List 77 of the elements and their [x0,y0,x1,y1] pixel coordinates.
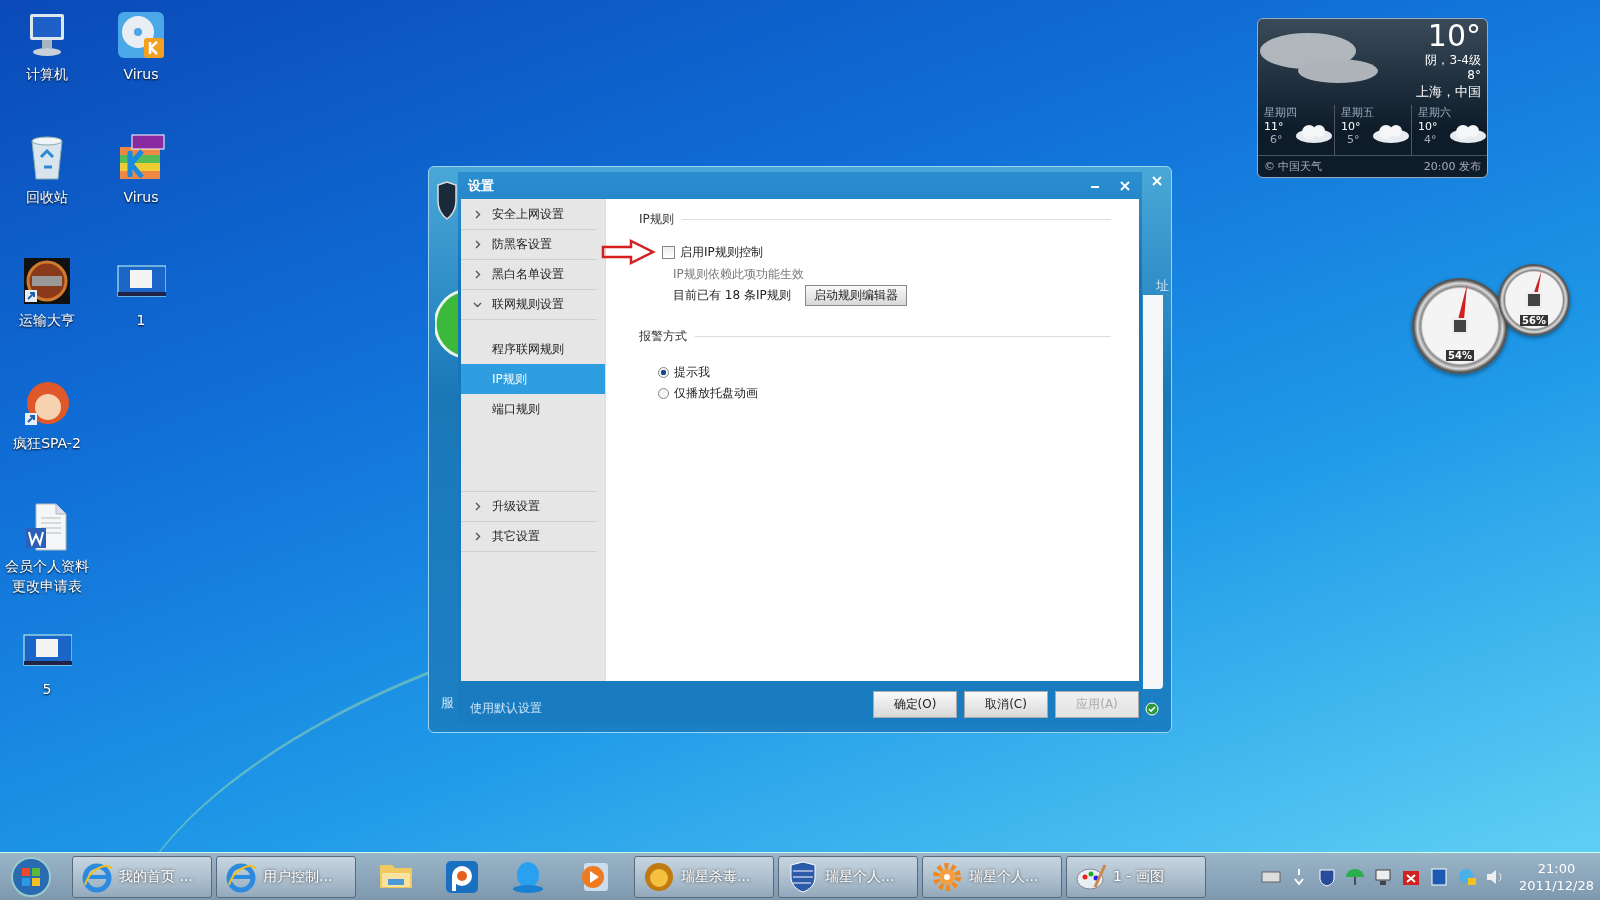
sidebar-item[interactable]: 升级设置 [461,492,597,522]
icon-label[interactable]: 1 [95,310,187,330]
forecast-low: 4° [1423,133,1438,146]
forecast-low: 5° [1346,133,1361,146]
radio-button[interactable] [658,388,669,399]
low-temperature: 8° [1467,68,1481,83]
icon-label[interactable]: 回收站 [1,187,93,207]
section-title: 报警方式 [639,327,687,345]
dialog-button[interactable]: 取消(C) [964,690,1048,718]
game-logo-icon[interactable] [22,256,72,306]
chip-icon [1451,317,1469,335]
sidebar-subitem[interactable]: 端口规则 [461,394,605,424]
background-window-text: 址 [1156,277,1169,295]
hint-text: IP规则依赖此项功能生效 [673,266,805,283]
shield-icon [436,181,458,221]
meter-reading: 54% [1446,349,1474,361]
forecast-day: 星期五 [1341,105,1411,120]
cloud-icon [1371,122,1411,144]
icon-label[interactable]: 疯狂SPA-2 [1,433,93,453]
background-window-text: 服 [441,694,454,712]
icon-label[interactable]: Virus [95,187,187,207]
forecast-high: 10° [1341,120,1362,133]
chevron-right-icon [473,532,482,541]
sidebar-item[interactable]: 其它设置 [461,522,597,552]
rule-editor-button[interactable]: 启动规则编辑器 [804,285,907,306]
radio-label: 提示我 [674,364,710,381]
radio-label: 仅播放托盘动画 [674,385,758,402]
sidebar-item[interactable]: 联网规则设置 [461,290,597,320]
weather-condition: 阴，3-4级 [1425,53,1481,68]
weather-source: © 中国天气 [1264,159,1323,174]
icon-label[interactable]: 计算机 [1,64,93,84]
dialog-button[interactable]: 确定(O) [873,690,957,718]
sidebar-item[interactable]: 防黑客设置 [461,230,597,260]
status-check-icon [1145,702,1159,716]
network-icon[interactable] [1373,866,1394,887]
chevron-right-icon [473,240,482,249]
checkbox[interactable] [662,245,675,259]
temperature: 10° [1427,19,1481,53]
window-title: 设置 [468,176,495,195]
shield-icon [787,860,819,893]
icon-label[interactable]: Virus [95,64,187,84]
forecast-low: 6° [1269,133,1284,146]
chevron-down-icon [473,300,482,309]
shield-icon[interactable] [1317,866,1338,887]
rule-count-text: 目前已有 18 条IP规则 [673,287,791,304]
publish-time: 20:00 发布 [1423,159,1481,174]
checkbox-label: 启用IP规则控制 [680,243,763,261]
close-icon[interactable] [1151,175,1163,187]
close-icon[interactable] [1120,180,1130,191]
chip-icon [1525,291,1543,309]
umbrella-icon[interactable] [1345,866,1366,887]
section-title: IP规则 [639,210,674,228]
start-button-icon[interactable] [10,855,52,898]
sidebar-item[interactable]: 安全上网设置 [461,200,597,230]
cloud-icon [1448,122,1487,144]
sidebar-subitem[interactable]: 程序联网规则 [461,334,605,364]
sidebar-item[interactable]: 黑白名单设置 [461,260,597,290]
arrow-icon [601,239,657,265]
sidebar-subitem[interactable]: IP规则 [461,364,605,394]
chevron-right-icon [473,270,482,279]
book-icon[interactable] [1429,866,1450,887]
cloud-icon [1294,122,1334,144]
meter-reading: 56% [1520,314,1548,326]
default-settings-link[interactable]: 使用默认设置 [470,699,542,717]
forecast-day: 星期四 [1264,105,1334,120]
radio-button[interactable] [658,367,669,378]
icon-label[interactable]: 5 [1,679,93,699]
chevron-right-icon [473,210,482,219]
icon-label[interactable]: 会员个人资料更改申请表 [1,556,93,596]
gear-icon [931,860,963,893]
forecast-day: 星期六 [1418,105,1487,120]
icon-label[interactable]: 运输大亨 [1,310,93,330]
forecast-high: 11° [1264,120,1285,133]
forecast-high: 10° [1418,120,1439,133]
media-player-icon[interactable] [444,858,480,895]
chevron-right-icon [473,502,482,511]
city-name: 上海，中国 [1416,83,1481,100]
